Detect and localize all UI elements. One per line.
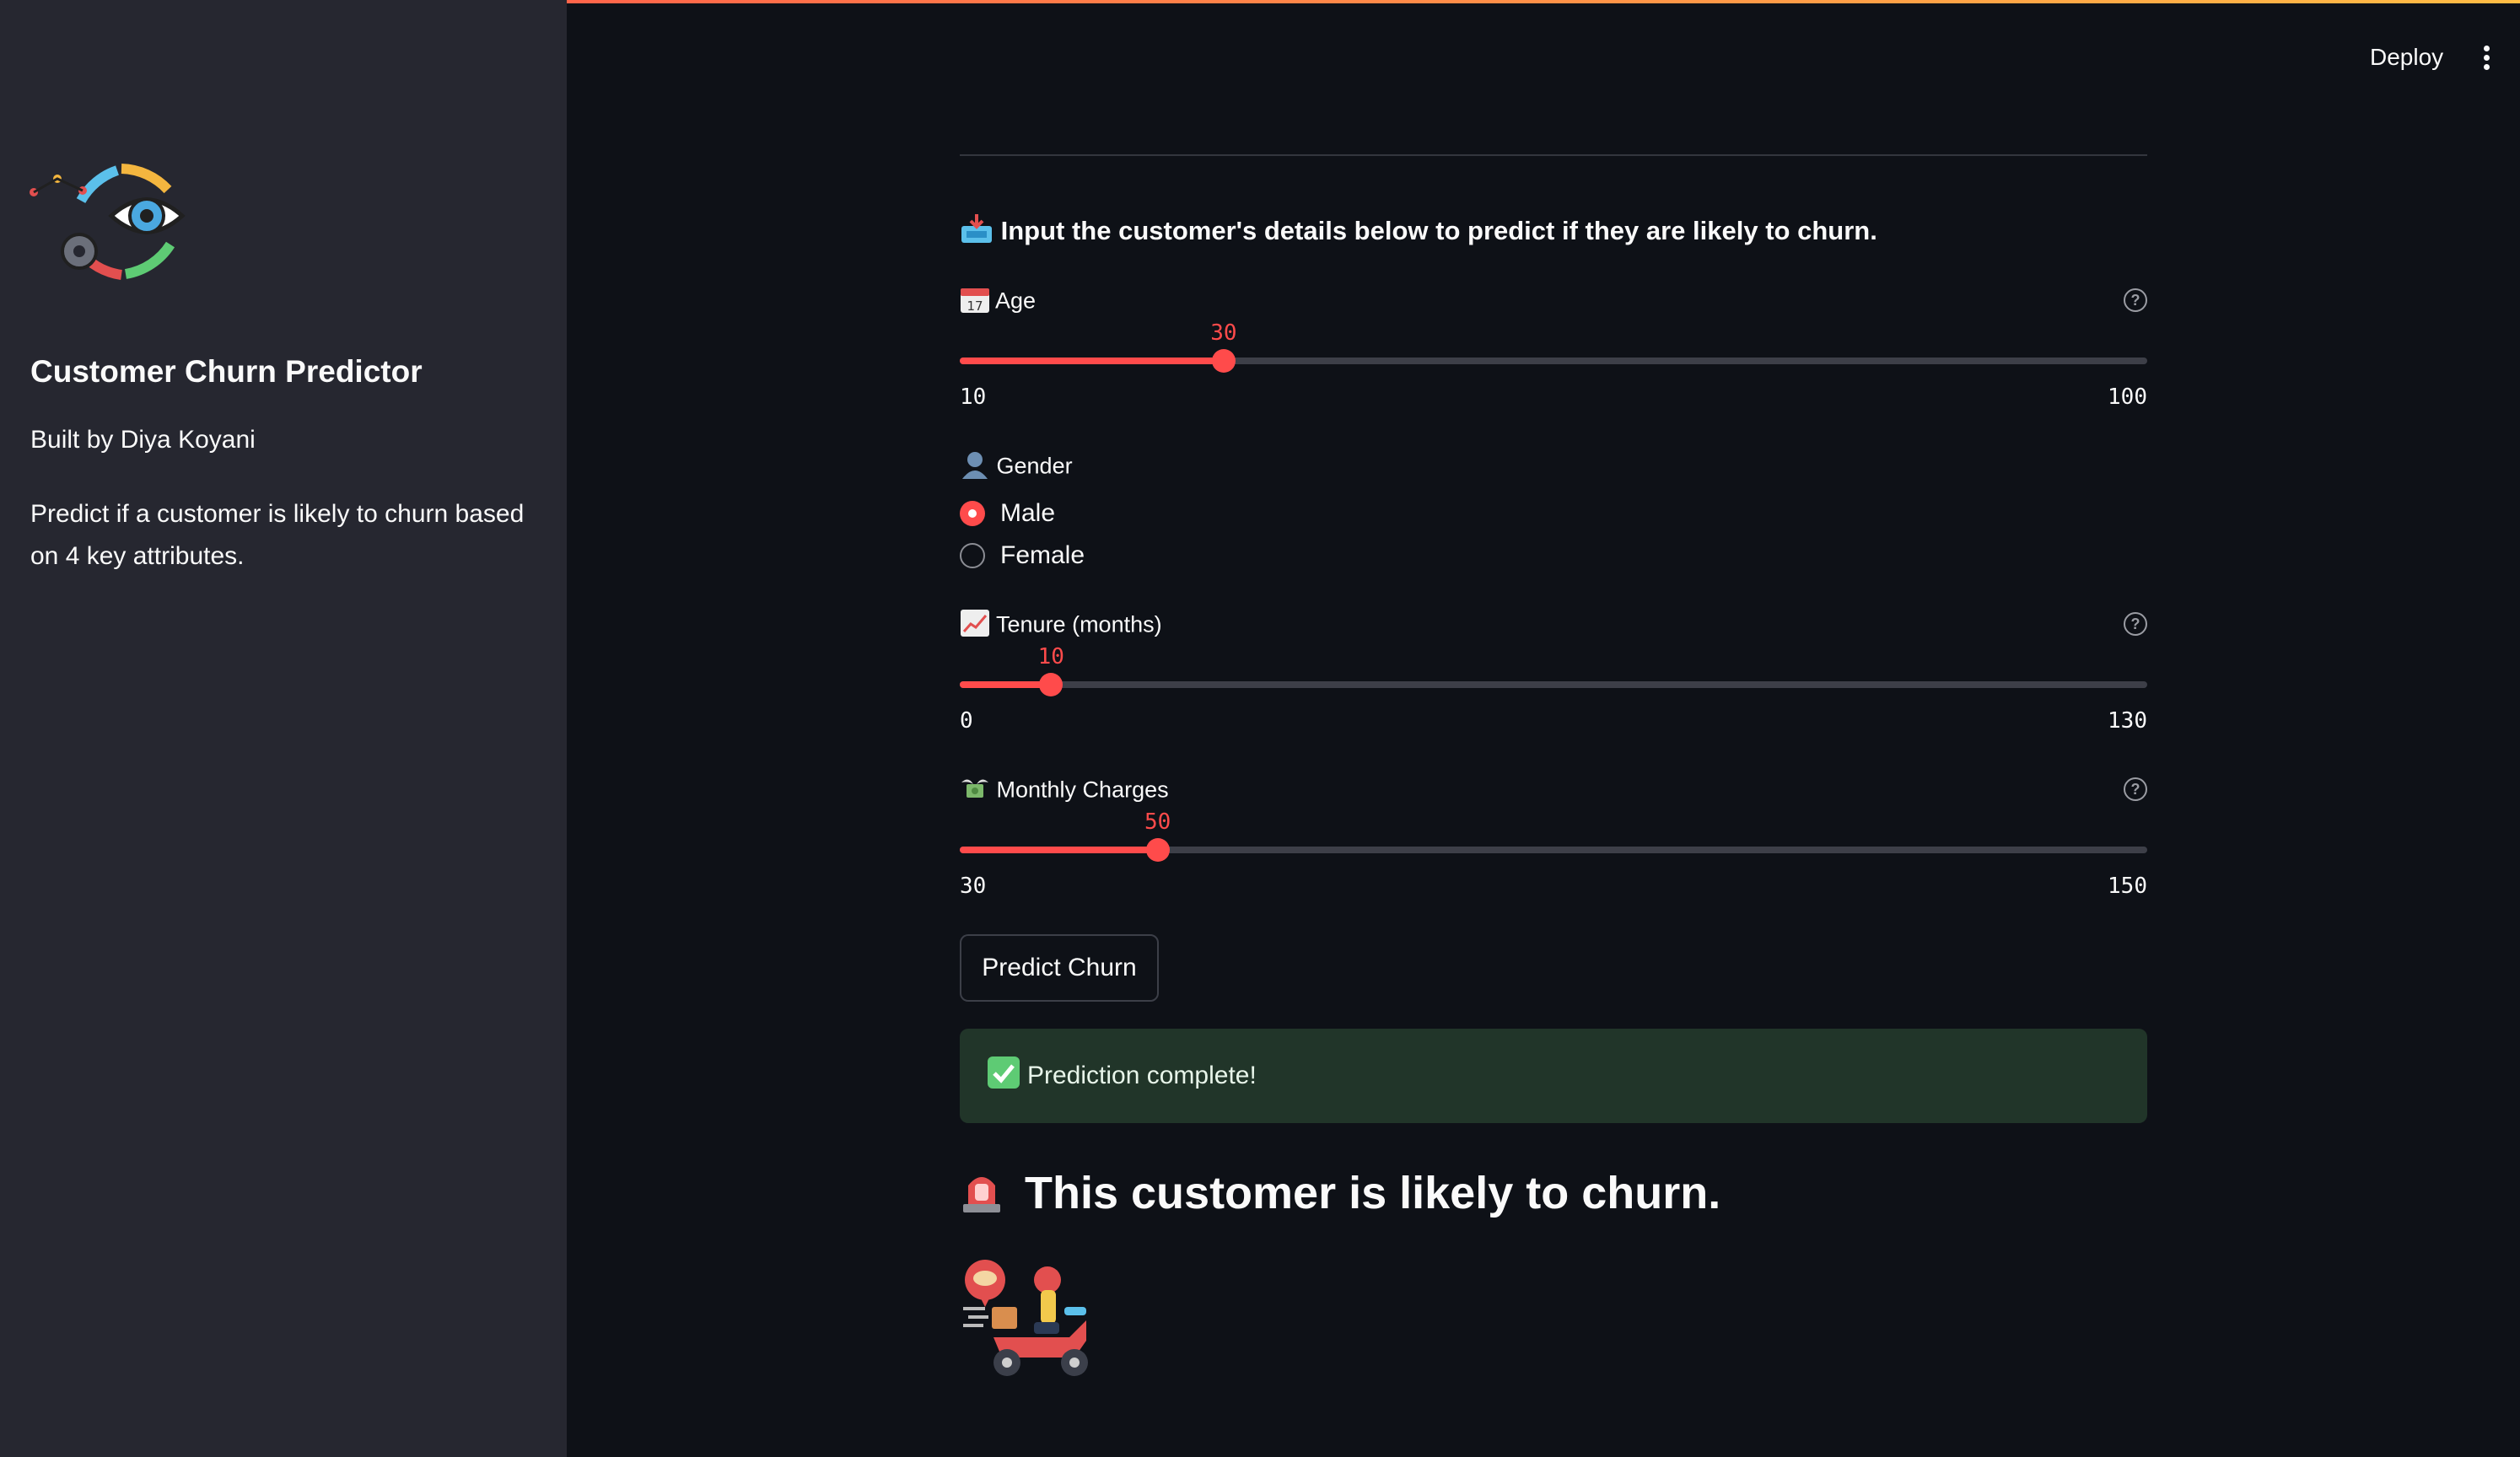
sidebar-title: Customer Churn Predictor [30, 354, 423, 389]
deploy-button[interactable]: Deploy [2370, 44, 2443, 71]
result-heading: This customer is likely to churn. [960, 1167, 1720, 1225]
charges-slider-thumb[interactable] [1145, 838, 1170, 862]
chart-increasing-icon [960, 609, 990, 643]
age-slider[interactable]: 30 10 100 [960, 320, 2147, 413]
charges-slider-fill [960, 847, 1158, 853]
main-content: Input the customer's details below to pr… [960, 0, 2147, 1457]
tenure-help-icon[interactable]: ? [2124, 612, 2147, 636]
calendar-icon: 17 [960, 285, 990, 320]
check-mark-button-icon [987, 1056, 1020, 1096]
age-max: 100 [2108, 384, 2147, 410]
radio-selected[interactable] [960, 501, 985, 526]
tenure-slider[interactable]: 10 0 130 [960, 644, 2147, 737]
police-light-icon [960, 1167, 1004, 1225]
age-value: 30 [1210, 320, 1237, 346]
svg-text:17: 17 [967, 298, 983, 314]
age-help-icon[interactable]: ? [2124, 288, 2147, 312]
inbox-tray-icon [960, 214, 993, 251]
kebab-menu-icon[interactable] [2478, 42, 2495, 76]
charges-min: 30 [960, 874, 987, 899]
charges-help-icon[interactable]: ? [2124, 777, 2147, 801]
sidebar: Customer Churn Predictor Built by Diya K… [0, 0, 567, 1457]
sidebar-description: Predict if a customer is likely to churn… [30, 500, 525, 570]
money-with-wings-icon [960, 774, 990, 809]
age-slider-thumb[interactable] [1211, 349, 1236, 373]
sidebar-author: Built by Diya Koyani [30, 426, 256, 454]
gender-option-female[interactable]: Female [960, 541, 1085, 570]
tenure-max: 130 [2108, 708, 2147, 734]
gender-option-male[interactable]: Male [960, 499, 1055, 528]
predict-churn-button[interactable]: Predict Churn [960, 934, 1159, 1002]
eye-gear-cycle-icon [30, 164, 186, 280]
tenure-slider-fill [960, 681, 1052, 688]
charges-label: Monthly Charges [960, 774, 1169, 809]
age-min: 10 [960, 384, 987, 410]
gender-label: Gender [960, 450, 1073, 485]
tenure-slider-thumb[interactable] [1039, 673, 1063, 696]
tenure-slider-track [960, 681, 2147, 688]
tenure-value: 10 [1037, 644, 1064, 669]
radio-unselected[interactable] [960, 543, 985, 568]
success-alert: Prediction complete! [960, 1029, 2147, 1123]
charges-value: 50 [1144, 809, 1171, 835]
charges-slider[interactable]: 50 30 150 [960, 809, 2147, 902]
intro-text: Input the customer's details below to pr… [960, 214, 1877, 251]
tenure-label: Tenure (months) [960, 609, 1162, 643]
tenure-min: 0 [960, 708, 973, 734]
charges-max: 150 [2108, 874, 2147, 899]
divider [960, 154, 2147, 156]
bust-silhouette-icon [960, 450, 990, 485]
delivery-scooter-icon [963, 1260, 1088, 1376]
age-label: 17 Age [960, 285, 1036, 320]
age-slider-fill [960, 358, 1224, 364]
